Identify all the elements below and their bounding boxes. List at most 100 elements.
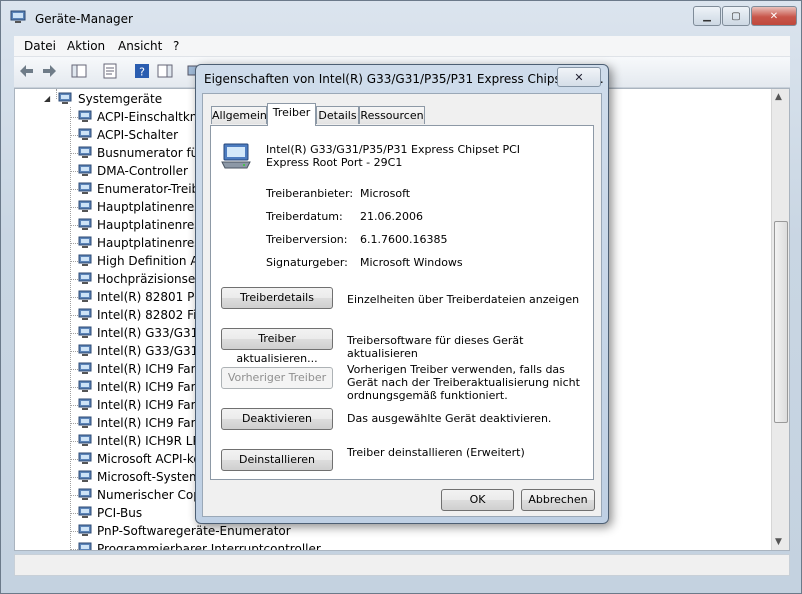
dialog-body: Allgemein Treiber Details Ressourcen Int… <box>202 93 602 517</box>
maximize-icon: ▢ <box>731 10 741 22</box>
tab-allgemein[interactable]: Allgemein <box>211 106 267 124</box>
system-device-icon <box>58 92 72 104</box>
minimize-button[interactable]: ▁ <box>693 6 721 26</box>
tree-category-label: Systemgeräte <box>78 92 163 106</box>
tree-item-label: Busnumerator für <box>97 146 204 160</box>
tree-item-label: Programmierbarer Interruptcontroller <box>97 542 321 551</box>
system-device-icon <box>78 506 92 519</box>
driver-tab-panel: Intel(R) G33/G31/P35/P31 Express Chipset… <box>210 125 594 480</box>
system-device-icon <box>78 236 92 249</box>
tree-item-label: Intel(R) ICH9R LPC <box>97 434 209 448</box>
action-pane-icon[interactable] <box>157 63 173 79</box>
window-title: Geräte-Manager <box>35 12 133 26</box>
dialog-title: Eigenschaften von Intel(R) G33/G31/P35/P… <box>204 72 604 86</box>
tree-item-label: Intel(R) ICH9 Famil <box>97 362 209 376</box>
driver-details-description: Einzelheiten über Treiberdateien anzeige… <box>347 293 580 306</box>
update-driver-button[interactable]: Treiber aktualisieren... <box>221 328 333 365</box>
system-device-icon <box>78 308 92 321</box>
scrollbar-thumb[interactable] <box>774 221 788 423</box>
system-device-icon <box>78 452 92 465</box>
scroll-down-icon[interactable]: ▼ <box>775 537 782 547</box>
field-value-signer: Microsoft Windows <box>360 256 463 269</box>
tab-treiber[interactable]: Treiber <box>267 103 316 126</box>
tree-item-label: Enumerator-Treibe <box>97 182 207 196</box>
close-icon: ✕ <box>574 70 584 84</box>
close-button[interactable]: ✕ <box>751 6 797 26</box>
tree-item-label: PCI-Bus <box>97 506 143 520</box>
maximize-button[interactable]: ▢ <box>722 6 750 26</box>
rollback-driver-button: Vorheriger Treiber <box>221 367 333 389</box>
uninstall-button[interactable]: Deinstallieren <box>221 449 333 471</box>
menu-bar: Datei Aktion Ansicht ? <box>14 36 790 57</box>
tree-item-label: Microsoft-Systemv <box>97 470 208 484</box>
device-name: Intel(R) G33/G31/P35/P31 Express Chipset… <box>266 143 520 169</box>
forward-icon[interactable] <box>41 63 57 79</box>
menu-aktion[interactable]: Aktion <box>67 39 105 53</box>
system-device-icon <box>78 128 92 141</box>
system-device-icon <box>78 362 92 375</box>
uninstall-description: Treiber deinstallieren (Erweitert) <box>347 446 525 459</box>
system-device-icon <box>78 398 92 411</box>
minimize-icon: ▁ <box>703 10 711 22</box>
system-device-icon <box>78 326 92 339</box>
system-device-icon <box>78 200 92 213</box>
tree-item[interactable]: PnP-Softwaregeräte-Enumerator <box>15 522 775 540</box>
system-device-icon <box>78 254 92 267</box>
svg-text:?: ? <box>139 66 145 79</box>
system-device-icon <box>78 290 92 303</box>
help-icon[interactable]: ? <box>134 63 150 79</box>
system-device-icon <box>78 182 92 195</box>
tree-item-label: Intel(R) G33/G31/P <box>97 344 210 358</box>
tree-item-label: Intel(R) ICH9 Famil <box>97 398 209 412</box>
system-device-icon <box>78 380 92 393</box>
tree-item-label: Intel(R) 82801 PCI- <box>97 290 211 304</box>
system-device-icon <box>78 488 92 501</box>
update-driver-description: Treibersoftware für dieses Gerät aktuali… <box>347 334 524 360</box>
tree-item[interactable]: Programmierbarer Interruptcontroller <box>15 540 775 551</box>
rollback-driver-description: Vorherigen Treiber verwenden, falls das … <box>347 363 580 402</box>
tab-details[interactable]: Details <box>316 106 359 124</box>
system-device-icon <box>78 272 92 285</box>
menu-datei[interactable]: Datei <box>24 39 56 53</box>
close-icon: ✕ <box>769 10 779 22</box>
ok-button[interactable]: OK <box>441 489 514 511</box>
device-icon <box>221 143 251 169</box>
field-label-version: Treiberversion: <box>266 233 348 246</box>
system-device-icon <box>78 110 92 123</box>
tree-scrollbar[interactable]: ▲ ▼ <box>771 89 789 550</box>
properties-icon[interactable] <box>102 63 118 79</box>
system-device-icon <box>78 416 92 429</box>
collapse-arrow-icon[interactable]: ◢ <box>44 94 50 103</box>
field-label-date: Treiberdatum: <box>266 210 343 223</box>
driver-details-button[interactable]: Treiberdetails <box>221 287 333 309</box>
back-icon[interactable] <box>19 63 35 79</box>
cancel-button[interactable]: Abbrechen <box>521 489 595 511</box>
tree-item-label: Intel(R) G33/G31/P <box>97 326 210 340</box>
system-device-icon <box>78 218 92 231</box>
status-bar <box>14 554 790 576</box>
system-device-icon <box>78 146 92 159</box>
system-device-icon <box>78 164 92 177</box>
scroll-up-icon[interactable]: ▲ <box>775 92 782 102</box>
tree-item-label: PnP-Softwaregeräte-Enumerator <box>97 524 291 538</box>
system-device-icon <box>78 344 92 357</box>
tree-item-label: Intel(R) ICH9 Famil <box>97 380 209 394</box>
tree-item-label: Intel(R) ICH9 Famil <box>97 416 209 430</box>
disable-device-description: Das ausgewählte Gerät deaktivieren. <box>347 412 552 425</box>
system-device-icon <box>78 470 92 483</box>
system-device-icon <box>78 542 92 550</box>
tab-ressourcen[interactable]: Ressourcen <box>359 106 425 124</box>
device-manager-icon <box>10 10 26 23</box>
system-device-icon <box>78 434 92 447</box>
dialog-close-button[interactable]: ✕ <box>557 67 601 87</box>
tree-item-label: Hochpräzisionsere <box>97 272 208 286</box>
menu-help[interactable]: ? <box>173 39 179 53</box>
console-tree-icon[interactable] <box>71 63 87 79</box>
disable-device-button[interactable]: Deaktivieren <box>221 408 333 430</box>
tree-item-label: ACPI-Schalter <box>97 128 179 142</box>
menu-ansicht[interactable]: Ansicht <box>118 39 162 53</box>
field-value-version: 6.1.7600.16385 <box>360 233 448 246</box>
tree-item-label: DMA-Controller <box>97 164 188 178</box>
title-bar[interactable]: Geräte-Manager ▁ ▢ ✕ <box>1 1 801 35</box>
tree-item-label: High Definition Au <box>97 254 207 268</box>
